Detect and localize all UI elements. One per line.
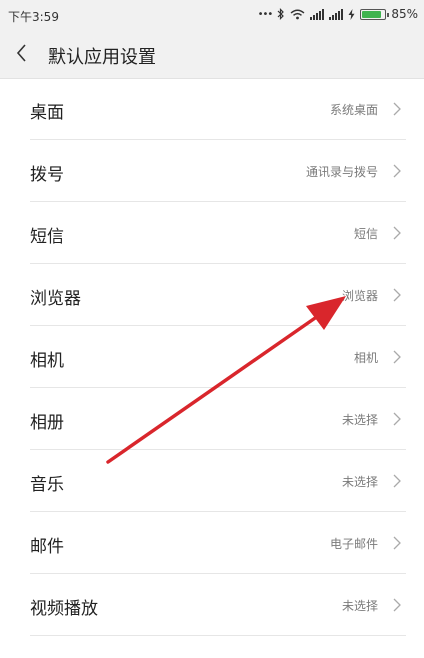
row-value: 系统桌面	[329, 103, 378, 117]
row-label: 邮件	[30, 537, 64, 557]
settings-row-dialer[interactable]: 拨号 通讯录与拨号	[0, 140, 424, 202]
row-label: 桌面	[30, 103, 64, 123]
row-value: 未选择	[341, 599, 378, 613]
battery-fill	[362, 10, 382, 18]
status-bar: 下午3:59 ••• 85%	[0, 0, 424, 30]
battery-percent: 85%	[391, 7, 418, 21]
chevron-right-icon	[393, 288, 401, 302]
row-value: 相机	[353, 351, 378, 365]
settings-row-gallery[interactable]: 相册 未选择	[0, 388, 424, 450]
chevron-right-icon	[393, 102, 401, 116]
row-value: 短信	[353, 227, 378, 241]
settings-row-browser[interactable]: 浏览器 浏览器	[0, 264, 424, 326]
settings-row-video-player[interactable]: 视频播放 未选择	[0, 574, 424, 636]
signal-icon-1	[310, 8, 325, 20]
chevron-left-icon	[16, 44, 26, 62]
page-title: 默认应用设置	[48, 47, 156, 68]
row-value: 通讯录与拨号	[305, 165, 378, 179]
settings-row-email[interactable]: 邮件 电子邮件	[0, 512, 424, 574]
signal-icon-2	[329, 8, 344, 20]
bluetooth-icon	[277, 8, 285, 20]
chevron-right-icon	[393, 226, 401, 240]
row-label: 相册	[30, 413, 64, 433]
row-label: 短信	[30, 227, 64, 247]
more-dots-icon: •••	[257, 8, 274, 20]
back-button[interactable]	[10, 38, 38, 68]
chevron-right-icon	[393, 164, 401, 178]
title-bar: 默认应用设置	[0, 30, 424, 79]
battery-icon	[360, 8, 390, 20]
divider	[30, 635, 406, 636]
row-value: 未选择	[341, 413, 378, 427]
settings-row-camera[interactable]: 相机 相机	[0, 326, 424, 388]
status-icons: ••• 85%	[258, 7, 418, 21]
chevron-right-icon	[393, 536, 401, 550]
chevron-right-icon	[393, 474, 401, 488]
chevron-right-icon	[393, 412, 401, 426]
row-label: 拨号	[30, 165, 64, 185]
chevron-right-icon	[393, 350, 401, 364]
row-value: 未选择	[341, 475, 378, 489]
row-label: 浏览器	[30, 289, 81, 309]
settings-list: 桌面 系统桌面 拨号 通讯录与拨号 短信 短信 浏览器 浏览器 相机 相机 相册…	[0, 78, 424, 636]
row-value: 浏览器	[341, 289, 378, 303]
chevron-right-icon	[393, 598, 401, 612]
charging-icon	[348, 8, 355, 20]
settings-row-music[interactable]: 音乐 未选择	[0, 450, 424, 512]
row-label: 音乐	[30, 475, 64, 495]
status-time: 下午3:59	[8, 10, 59, 24]
row-value: 电子邮件	[329, 537, 378, 551]
wifi-icon	[290, 9, 305, 19]
settings-row-sms[interactable]: 短信 短信	[0, 202, 424, 264]
row-label: 相机	[30, 351, 64, 371]
row-label: 视频播放	[30, 599, 98, 619]
settings-row-desktop[interactable]: 桌面 系统桌面	[0, 78, 424, 140]
